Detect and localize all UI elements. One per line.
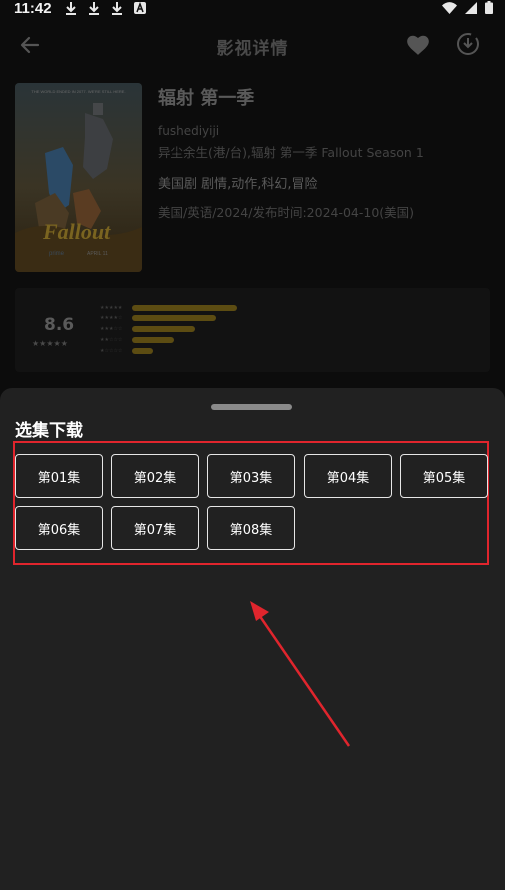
distribution-stars: ★★★★☆ [100,314,123,321]
download-icon [110,1,124,15]
rating-distribution-row: ★★★★☆ [100,314,216,321]
favorite-button[interactable] [405,32,431,56]
download-icon [64,1,78,15]
episode-button[interactable]: 第05集 [400,454,488,498]
rating-distribution-row: ★★★★★ [100,304,237,311]
distribution-bar [132,304,237,311]
distribution-stars: ★★★☆☆ [100,325,123,332]
battery-icon [485,1,493,14]
download-icon [87,1,101,15]
rating-panel: 8.6 ★★★★★ ★★★★★ ★★★★☆ ★★★☆☆ ★★☆☆☆ ★☆☆☆☆ [15,288,490,372]
movie-poster[interactable]: THE WORLD ENDED IN 2077. WE'RE STILL HER… [15,83,142,272]
movie-title: 辐射 第一季 [158,88,255,109]
distribution-stars: ★☆☆☆☆ [100,347,123,354]
distribution-bar [132,325,195,332]
episode-bottom-sheet: 选集下载 第01集 第02集 第03集 第04集 第05集第06集 第07集 第08集 [0,388,505,890]
movie-genre: 美国剧 剧情,动作,科幻,冒险 [158,177,318,192]
rating-score: 8.6 [44,315,75,335]
episode-button[interactable]: 第01集 [15,454,103,498]
episode-button[interactable]: 第02集 [111,454,199,498]
distribution-stars: ★★★★★ [100,304,123,311]
movie-info: 辐射 第一季 fushediyiji 异尘余生(港/台),辐射 第一季 Fall… [158,84,488,221]
poster-release-date: APRIL 11 [87,251,108,257]
app-notification-icon [133,1,147,15]
distribution-bar [132,347,153,354]
wifi-icon [442,1,457,14]
episode-button[interactable]: 第08集 [207,506,295,550]
sheet-title: 选集下载 [15,421,83,441]
signal-icon [465,1,477,14]
status-bar: 11:42 [0,0,505,18]
poster-logo: Fallout [43,219,111,244]
episode-button[interactable]: 第07集 [111,506,199,550]
movie-pinyin: fushediyiji [158,124,220,138]
status-time: 11:42 [14,0,52,17]
app-header: 影视详情 [0,26,505,62]
notification-icons [64,1,147,15]
distribution-stars: ★★☆☆☆ [100,336,123,343]
distribution-bar [132,314,216,321]
episode-button[interactable]: 第06集 [15,506,103,550]
rating-distribution-row: ★★★☆☆ [100,325,195,332]
rating-distribution-row: ★☆☆☆☆ [100,347,153,354]
movie-alias: 异尘余生(港/台),辐射 第一季 Fallout Season 1 [158,145,424,160]
episode-button[interactable]: 第03集 [207,454,295,498]
download-button[interactable] [456,32,480,56]
heart-icon [407,35,429,55]
poster-tagline: THE WORLD ENDED IN 2077. WE'RE STILL HER… [31,89,126,94]
rating-stars: ★★★★★ [32,339,68,348]
episode-button[interactable]: 第04集 [304,454,392,498]
system-status-icons [442,1,493,14]
download-circle-icon [457,33,479,55]
distribution-bar [132,336,174,343]
sheet-drag-handle[interactable] [211,404,292,410]
poster-brand: prime [49,251,65,257]
rating-distribution-row: ★★☆☆☆ [100,336,174,343]
movie-meta: 美国/英语/2024/发布时间:2024-04-10(美国) [158,205,415,220]
